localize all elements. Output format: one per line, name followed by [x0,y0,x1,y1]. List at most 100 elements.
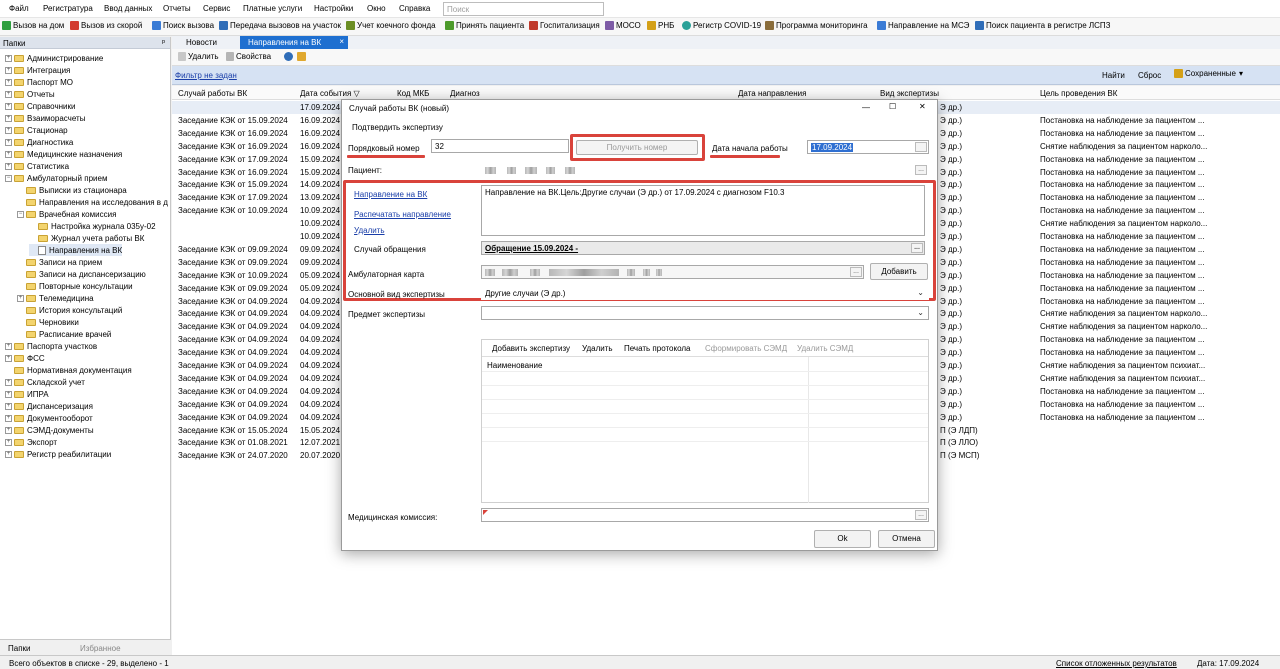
col-case[interactable]: Случай работы ВК [178,89,247,98]
hospitalization-button[interactable]: Госпитализация [529,21,600,30]
folder-tree-item[interactable]: + Паспорта участков [5,340,97,352]
expand-toggle-icon[interactable]: + [5,414,12,422]
exam-kind-select[interactable]: Другие случаи (Э др.) ⌄ [481,286,929,300]
export-icon[interactable] [1265,69,1274,78]
col-exam-kind[interactable]: Вид экспертизы [880,89,939,98]
menu-window[interactable]: Окно [367,4,386,13]
form-semd-button[interactable]: Сформировать СЭМД [705,344,787,353]
patient-select-button[interactable]: ... [915,165,927,175]
folder-tree-item[interactable]: + Стационар [5,124,68,136]
calendar-icon[interactable] [915,142,927,152]
col-diagnosis[interactable]: Диагноз [450,89,480,98]
confirm-expertise-button[interactable]: Подтвердить экспертизу [352,123,443,132]
expand-toggle-icon[interactable]: + [5,438,12,446]
folder-tree-item[interactable]: + СЭМД-документы [5,424,94,436]
folder-tree-item[interactable]: + Документооборот [5,412,93,424]
folder-tree-item[interactable]: История консультаций [17,304,122,316]
col-icd[interactable]: Код МКБ [397,89,429,98]
folder-tree-item[interactable]: + Регистр реабилитации [5,448,111,460]
expand-toggle-icon[interactable]: + [5,450,12,458]
expand-toggle-icon[interactable]: + [5,354,12,362]
folder-tree-item[interactable]: + Отчеты [5,88,55,100]
expand-toggle-icon[interactable]: + [5,150,12,158]
menu-help[interactable]: Справка [399,4,430,13]
start-date-input[interactable]: 17.09.2024 [807,140,929,154]
ok-button[interactable]: Ok [814,530,871,548]
close-tab-icon[interactable]: × [339,37,344,46]
expertise-col-name[interactable]: Наименование [487,361,542,370]
delete-expertise-button[interactable]: Удалить [582,344,613,353]
delete-referral-link[interactable]: Удалить [354,226,385,235]
folder-tree-item[interactable]: Черновики [17,316,79,328]
moso-button[interactable]: МОСО [605,21,641,30]
expand-toggle-icon[interactable]: + [5,402,12,410]
expand-toggle-icon[interactable]: + [5,126,12,134]
get-number-button[interactable]: Получить номер [576,140,698,155]
menu-data-entry[interactable]: Ввод данных [104,4,152,13]
subject-select[interactable]: ⌄ [481,306,929,320]
folder-tree-item[interactable]: + Экспорт [5,436,57,448]
delete-semd-button[interactable]: Удалить СЭМД [797,344,853,353]
covid-registry-button[interactable]: Регистр COVID-19 [682,21,761,30]
expand-toggle-icon[interactable]: + [5,78,12,86]
folder-tree-item[interactable]: + ФСС [5,352,45,364]
folder-tree-item[interactable]: Настройка журнала 035у-02 [29,220,156,232]
vk-referral-link[interactable]: Направление на ВК [354,190,427,199]
lspz-search-button[interactable]: Поиск пациента в регистре ЛСПЗ [975,21,1111,30]
patient-field[interactable]: ... [481,163,929,177]
layout-icon[interactable] [1250,69,1259,78]
case-field[interactable]: Обращение 15.09.2024 -... [481,241,925,255]
referral-text-area[interactable]: Направление на ВК.Цель:Другие случаи (Э … [481,185,925,236]
add-card-button[interactable]: Добавить [870,263,928,280]
transfer-calls-button[interactable]: Передача вызовов на участок [219,21,341,30]
menu-file[interactable]: Файл [9,4,29,13]
card-select-button[interactable]: ... [850,267,862,277]
minimize-icon[interactable]: — [862,103,870,112]
filter-link[interactable]: Фильтр не задан [175,71,237,80]
case-select-button[interactable]: ... [911,243,923,253]
menu-paid-services[interactable]: Платные услуги [243,4,302,13]
expand-toggle-icon[interactable]: + [5,114,12,122]
expand-toggle-icon[interactable]: + [5,54,12,62]
maximize-icon[interactable]: ☐ [889,102,896,111]
folder-tree-item[interactable]: + ИПРА [5,388,49,400]
commission-select-button[interactable]: ... [915,510,927,520]
expand-toggle-icon[interactable]: + [5,102,12,110]
tab-vk-referrals[interactable]: Направления на ВК × [240,36,348,49]
print-protocol-button[interactable]: Печать протокола [624,344,691,353]
folder-tree-item[interactable]: + Взаиморасчеты [5,112,85,124]
global-search-input[interactable]: Поиск [443,2,604,16]
mse-referral-button[interactable]: Направление на МСЭ [877,21,969,30]
folder-tree-item[interactable]: Записи на диспансеризацию [17,268,146,280]
folder-tree-item[interactable]: + Диспансеризация [5,400,93,412]
folder-tree-item[interactable]: + Диагностика [5,136,73,148]
folder-tree-item[interactable]: Повторные консультации [17,280,133,292]
new-item-button[interactable] [297,52,308,61]
folder-tree-item[interactable]: + Медицинские назначения [5,148,122,160]
delete-button[interactable]: Удалить [178,52,219,61]
tab-folders[interactable]: Папки [8,644,31,653]
add-expertise-button[interactable]: Добавить экспертизу [492,344,570,353]
folder-tree-item[interactable]: Нормативная документация [5,364,132,376]
expand-toggle-icon[interactable]: − [17,210,24,218]
expand-toggle-icon[interactable]: + [5,138,12,146]
reset-button[interactable]: Сброс [1138,71,1161,80]
home-visit-button[interactable]: Вызов на дом [2,21,64,30]
expand-toggle-icon[interactable]: − [5,174,12,182]
bed-fund-button[interactable]: Учет коечного фонда [346,21,436,30]
card-field[interactable]: ... [481,265,864,279]
expand-toggle-icon[interactable]: + [5,66,12,74]
folder-tree-item[interactable]: + Паспорт МО [5,76,73,88]
saved-filters-button[interactable]: Сохраненные ▾ [1174,69,1243,78]
find-call-button[interactable]: Поиск вызова [152,21,214,30]
folder-tree-item[interactable]: Записи на прием [17,256,102,268]
find-button[interactable]: Найти [1102,71,1125,80]
tab-favorites[interactable]: Избранное [80,644,121,653]
col-referral-date[interactable]: Дата направления [738,89,806,98]
col-goal[interactable]: Цель проведения ВК [1040,89,1117,98]
pin-icon[interactable]: ᵖ [162,38,165,47]
folder-tree-item[interactable]: Выписки из стационара [17,184,127,196]
tab-news[interactable]: Новости [178,36,225,49]
menu-service[interactable]: Сервис [203,4,230,13]
properties-button[interactable]: Свойства [226,52,271,61]
